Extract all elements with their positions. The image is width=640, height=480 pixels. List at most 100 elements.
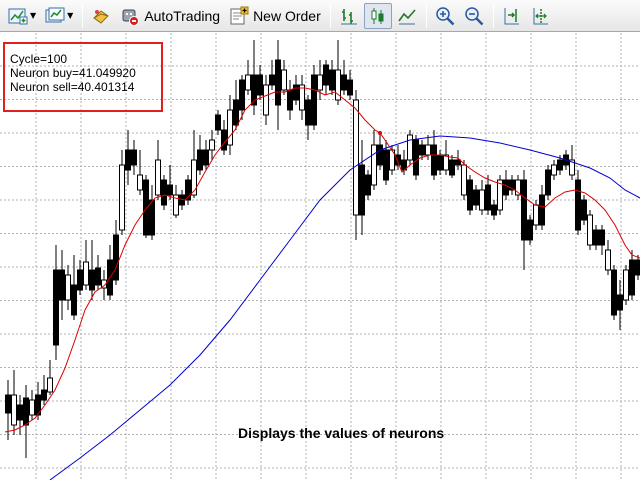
candle-body (323, 64, 329, 86)
market-watch-icon (93, 9, 110, 24)
candle-body (581, 199, 587, 221)
candle-body (245, 74, 251, 91)
candle-body (599, 229, 605, 246)
toolbar-separator (329, 3, 331, 28)
candle-body (587, 214, 593, 246)
zoom-out-button[interactable] (460, 3, 488, 29)
bar-chart-button[interactable] (335, 3, 363, 29)
autotrading-button[interactable]: AutoTrading (116, 3, 224, 29)
candle-body (347, 79, 353, 96)
candle-body (113, 234, 119, 281)
candle-body (11, 394, 17, 426)
candle-body (317, 74, 323, 91)
candle-body (527, 219, 533, 241)
candle-body (167, 184, 173, 196)
candle-body (623, 269, 629, 301)
candle-body (341, 74, 347, 91)
candle-body (197, 149, 203, 171)
candle-body (65, 274, 71, 301)
candle-body (29, 399, 35, 416)
candle-body (281, 69, 287, 91)
neuron-info-box: Cycle=100 Neuron buy=41.049920 Neuron se… (3, 42, 163, 112)
candle-body (209, 139, 215, 151)
toolbar-separator (425, 3, 427, 28)
candle-body (539, 194, 545, 226)
candle-body (629, 259, 635, 296)
candle-body (311, 74, 317, 126)
line-chart-icon (398, 8, 416, 24)
candle-body (149, 199, 155, 236)
candle-body (431, 144, 437, 176)
candle-body (227, 109, 233, 146)
auto-scroll-icon (533, 7, 548, 24)
candle-body (125, 149, 131, 171)
candle-body (263, 84, 269, 116)
candle-body (215, 114, 221, 131)
candle-body (275, 59, 281, 106)
candle-body (161, 179, 167, 206)
candle-body (413, 139, 419, 176)
market-watch-button[interactable] (87, 3, 115, 29)
candle-body (23, 397, 29, 426)
candle-body (59, 269, 65, 301)
candle-body (377, 144, 383, 166)
candle-body (131, 149, 137, 166)
candle-body (17, 404, 23, 421)
fast-moving-average-line (4, 87, 640, 433)
neuron-sell-value: Neuron sell=40.401314 (10, 80, 135, 94)
candle-body (143, 179, 149, 236)
candle-body (503, 179, 509, 196)
candle-body (611, 269, 617, 316)
candle-body (485, 184, 491, 211)
dropdown-arrow-icon[interactable]: ▼ (30, 11, 36, 20)
candle-body (371, 144, 377, 186)
candle-body (491, 204, 497, 216)
candle-body (53, 269, 59, 346)
candle-body (137, 174, 143, 191)
profiles-icon (45, 7, 65, 22)
candle-body (545, 169, 551, 196)
candle-body (521, 179, 527, 241)
candle-body (479, 189, 485, 211)
candle-body (419, 144, 425, 156)
candle-body (41, 389, 47, 401)
toolbar-separator (492, 3, 494, 28)
candle-body (383, 149, 389, 181)
candle-body (437, 154, 443, 171)
candle-body (203, 149, 209, 166)
new-chart-button[interactable]: ▼ (4, 3, 40, 29)
candle-body (467, 179, 473, 211)
candle-body (575, 179, 581, 231)
candle-body (353, 99, 359, 216)
profiles-button[interactable]: ▼ (41, 3, 77, 29)
toolbar: ▼ ▼ AutoTrading New Order (0, 0, 640, 32)
candle-body (221, 129, 227, 151)
dropdown-arrow-icon[interactable]: ▼ (67, 11, 73, 20)
candle-body (455, 159, 461, 166)
chart-shift-button[interactable] (498, 3, 526, 29)
candle-body (269, 74, 275, 86)
chart-shift-icon (504, 7, 519, 24)
candle-body (359, 164, 365, 216)
candle-body (551, 164, 557, 176)
candle-body (89, 269, 95, 291)
new-order-label: New Order (253, 7, 321, 24)
auto-scroll-button[interactable] (527, 3, 555, 29)
candle-body (83, 261, 89, 286)
candle-body (635, 259, 640, 276)
zoom-in-button[interactable] (431, 3, 459, 29)
candle-body (95, 267, 101, 286)
new-order-button[interactable]: New Order (225, 3, 325, 29)
candle-body (461, 164, 467, 196)
candle-body (365, 174, 371, 196)
candlestick-chart-button[interactable] (363, 2, 392, 29)
zoom-in-icon (436, 6, 455, 25)
candle-body (5, 394, 11, 414)
autotrading-icon (122, 9, 140, 26)
candle-body (293, 84, 299, 101)
zoom-out-icon (465, 6, 484, 25)
line-chart-button[interactable] (393, 3, 421, 29)
cycle-value: Cycle=100 (10, 52, 68, 66)
candlestick-icon (371, 7, 384, 24)
candle-body (287, 89, 293, 111)
